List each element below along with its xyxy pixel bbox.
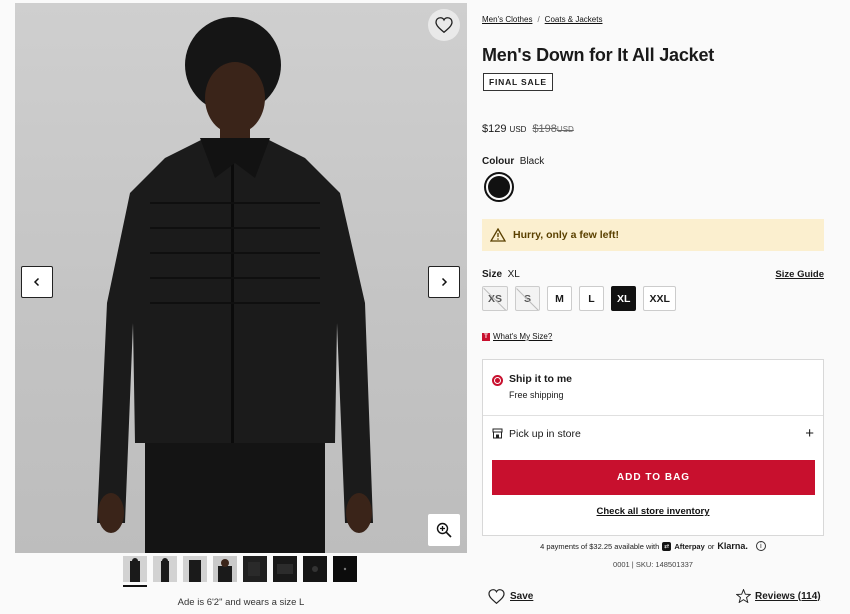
- thumbnail[interactable]: [123, 556, 147, 582]
- ship-subtitle: Free shipping: [509, 390, 564, 400]
- size-option-xl[interactable]: XL: [611, 286, 637, 311]
- size-option-m[interactable]: M: [547, 286, 573, 311]
- size-option-l[interactable]: L: [579, 286, 605, 311]
- breadcrumb-link[interactable]: Men's Clothes: [482, 15, 532, 24]
- final-sale-badge: FINAL SALE: [483, 73, 553, 91]
- original-price-amount: $198: [532, 123, 557, 135]
- thumbnail-image: [273, 556, 297, 582]
- chevron-right-icon: [441, 277, 448, 287]
- low-stock-alert: Hurry, only a few left!: [482, 219, 824, 251]
- product-page: Ade is 6'2" and wears a size L Men's Clo…: [0, 0, 850, 614]
- thumbnail[interactable]: [213, 556, 237, 582]
- size-value: XL: [507, 269, 520, 280]
- thumbnail-image: [161, 558, 169, 582]
- size-header: Size XL Size Guide: [482, 269, 824, 280]
- afterpay-label: Afterpay: [674, 541, 705, 551]
- ship-it-option[interactable]: Ship it to me Free shipping: [492, 373, 572, 400]
- original-price: $198USD: [532, 123, 573, 135]
- size-guide-link[interactable]: Size Guide: [775, 269, 824, 280]
- zoom-in-icon: [436, 522, 452, 538]
- reviews-label: Reviews (114): [755, 590, 821, 602]
- thumbnail-image: [189, 560, 201, 582]
- fulfillment-box: Ship it to me Free shipping Pick up in s…: [482, 359, 824, 536]
- thumbnail[interactable]: [153, 556, 177, 582]
- thumbnail-image: [130, 558, 140, 582]
- thumbnail-image: [303, 556, 327, 582]
- sale-price-currency: USD: [509, 125, 527, 134]
- pickup-label-group: Pick up in store: [492, 428, 581, 440]
- save-button[interactable]: Save: [488, 589, 533, 604]
- colour-label-title: Colour: [482, 156, 515, 167]
- swatch-fill: [488, 176, 510, 198]
- colour-label: Colour Black: [482, 156, 544, 167]
- colour-swatch-black[interactable]: [484, 172, 514, 202]
- thumbnail[interactable]: [333, 556, 357, 582]
- size-option-s[interactable]: S: [515, 286, 541, 311]
- product-photo: [97, 17, 373, 553]
- thumbnail-image: [243, 556, 267, 582]
- gallery-next-button[interactable]: [428, 266, 460, 298]
- pickup-label: Pick up in store: [509, 427, 581, 440]
- afterpay-logo-icon: ⇄: [662, 541, 672, 551]
- plus-icon[interactable]: +: [805, 425, 814, 442]
- save-label: Save: [510, 591, 534, 602]
- zoom-button[interactable]: [428, 514, 460, 546]
- or-text: or: [707, 541, 715, 551]
- size-options: XS S M L XL XXL: [482, 286, 676, 311]
- size-option-xxl[interactable]: XXL: [643, 286, 676, 311]
- ship-title: Ship it to me: [509, 373, 572, 385]
- alert-text: Hurry, only a few left!: [513, 229, 619, 241]
- reviews-link[interactable]: Reviews (114): [736, 589, 821, 603]
- gallery-prev-button[interactable]: [21, 266, 53, 298]
- klarna-label: Klarna.: [717, 541, 748, 551]
- thumbnail[interactable]: [303, 556, 327, 582]
- colour-value: Black: [519, 156, 545, 167]
- product-title: Men's Down for It All Jacket: [482, 45, 715, 65]
- thumbnail-image: [218, 559, 232, 582]
- whats-my-size-link[interactable]: What's My Size?: [493, 332, 552, 341]
- radio-dot: [495, 378, 500, 383]
- add-to-bag-button[interactable]: ADD TO BAG: [492, 460, 815, 495]
- model-caption: Ade is 6'2" and wears a size L: [177, 597, 305, 608]
- thumbnail[interactable]: [183, 556, 207, 582]
- pickup-in-store-option[interactable]: Pick up in store +: [492, 425, 814, 442]
- sku-text: 0001 | SKU: 148501337: [613, 560, 693, 569]
- price: $129 USD $198USD: [482, 123, 574, 135]
- breadcrumb: Men's Clothes / Coats & Jackets: [482, 15, 602, 24]
- check-inventory-link[interactable]: Check all store inventory: [597, 506, 710, 517]
- thumbnail-active-indicator: [123, 585, 147, 587]
- thumbnail-strip: [123, 556, 357, 582]
- ship-radio-selected[interactable]: [492, 375, 503, 386]
- breadcrumb-link[interactable]: Coats & Jackets: [545, 15, 603, 24]
- chevron-left-icon: [33, 277, 40, 287]
- divider: [483, 415, 823, 416]
- wishlist-button[interactable]: [428, 9, 460, 41]
- size-label: Size XL: [482, 269, 520, 280]
- sale-price-amount: $129: [482, 123, 507, 135]
- inventory-row: Check all store inventory: [483, 506, 823, 517]
- true-fit-logo-icon: T: [482, 332, 490, 341]
- product-gallery: [15, 3, 467, 553]
- size-label-title: Size: [482, 269, 503, 280]
- size-option-xs[interactable]: XS: [482, 286, 509, 311]
- thumbnail[interactable]: [273, 556, 297, 582]
- whats-my-size: T What's My Size?: [482, 332, 552, 341]
- info-icon[interactable]: i: [755, 541, 766, 551]
- thumbnail-image: [333, 556, 357, 582]
- star-icon: [736, 589, 751, 603]
- payment-options: 4 payments of $32.25 available with ⇄ Af…: [482, 541, 824, 551]
- original-price-currency: USD: [556, 125, 574, 134]
- sale-price: $129 USD: [482, 123, 526, 135]
- heart-icon: [488, 589, 505, 604]
- breadcrumb-separator: /: [537, 15, 540, 24]
- store-icon: [492, 428, 503, 439]
- afterpay-text: 4 payments of $32.25 available with: [540, 541, 660, 551]
- warning-icon: [490, 228, 506, 242]
- heart-icon: [435, 17, 453, 33]
- thumbnail[interactable]: [243, 556, 267, 582]
